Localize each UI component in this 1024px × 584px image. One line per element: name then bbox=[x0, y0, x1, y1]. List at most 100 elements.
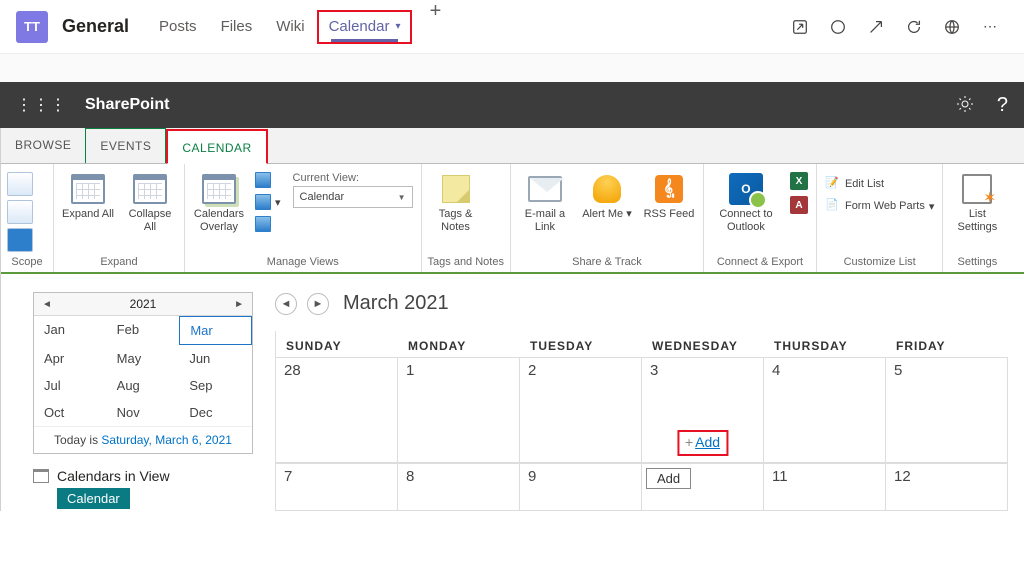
cal-next-button[interactable]: ► bbox=[307, 293, 329, 315]
ribbon-tab-browse[interactable]: BROWSE bbox=[1, 128, 85, 163]
day-header: THURSDAY bbox=[764, 331, 886, 357]
mini-cal-month[interactable]: Sep bbox=[179, 372, 252, 399]
ribbon-group-expand: Expand All Collapse All Expand bbox=[54, 164, 185, 272]
bell-icon bbox=[593, 175, 621, 203]
calendar-day-cell[interactable]: 12 bbox=[886, 463, 1008, 511]
calendars-overlay-button[interactable]: Calendars Overlay bbox=[191, 168, 247, 234]
tags-notes-button[interactable]: Tags & Notes bbox=[428, 168, 484, 234]
outlook-icon: O bbox=[729, 173, 763, 205]
cal-prev-button[interactable]: ◄ bbox=[275, 293, 297, 315]
scope-month-button[interactable] bbox=[7, 228, 33, 252]
calendar-nav-header: ◄ ► March 2021 bbox=[275, 292, 1024, 315]
mini-cal-month[interactable]: May bbox=[107, 345, 180, 372]
form-icon: 📄 bbox=[825, 198, 841, 214]
waffle-icon[interactable]: ⋮⋮⋮ bbox=[16, 95, 67, 115]
chat-icon[interactable] bbox=[828, 17, 848, 37]
edit-list-button[interactable]: 📝Edit List bbox=[823, 174, 936, 194]
calendar-day-cell[interactable]: 8 bbox=[398, 463, 520, 511]
ribbon-group-connect: O Connect to Outlook X A Connect & Expor… bbox=[704, 164, 817, 272]
edit-icon: 📝 bbox=[825, 176, 841, 192]
calendar-day-cell[interactable]: 9 bbox=[520, 463, 642, 511]
mini-cal-month[interactable]: Nov bbox=[107, 399, 180, 426]
mini-cal-month[interactable]: Jun bbox=[179, 345, 252, 372]
calendar-in-view-item[interactable]: Calendar bbox=[57, 488, 130, 509]
ribbon-group-label: Manage Views bbox=[191, 254, 415, 270]
mini-cal-month[interactable]: Dec bbox=[179, 399, 252, 426]
mini-cal-month[interactable]: Apr bbox=[34, 345, 107, 372]
tab-calendar[interactable]: Calendar ▾ bbox=[317, 10, 413, 44]
tab-files[interactable]: Files bbox=[209, 0, 265, 54]
tab-posts[interactable]: Posts bbox=[147, 0, 209, 54]
help-icon[interactable]: ? bbox=[997, 94, 1008, 117]
create-view-button[interactable] bbox=[253, 170, 283, 190]
open-access-button[interactable]: A bbox=[788, 194, 810, 216]
today-link[interactable]: Saturday, March 6, 2021 bbox=[101, 433, 232, 447]
form-web-parts-button[interactable]: 📄Form Web Parts ▾ bbox=[823, 196, 936, 216]
alert-me-button[interactable]: Alert Me ▾ bbox=[579, 168, 635, 221]
team-avatar[interactable]: TT bbox=[16, 11, 48, 43]
add-plain-button[interactable]: Add bbox=[646, 468, 691, 489]
mini-cal-prev[interactable]: ◄ bbox=[42, 299, 52, 310]
calendars-in-view-header[interactable]: Calendars in View bbox=[33, 468, 253, 484]
mail-icon bbox=[528, 176, 562, 202]
mini-cal-month[interactable]: Mar bbox=[179, 316, 252, 345]
calendar-day-cell[interactable]: Add bbox=[642, 463, 764, 511]
view-icon bbox=[255, 172, 271, 188]
export-excel-button[interactable]: X bbox=[788, 170, 810, 192]
refresh-icon[interactable] bbox=[904, 17, 924, 37]
rss-icon: 𝄠 bbox=[655, 175, 683, 203]
calendar-day-cell[interactable]: 1 bbox=[398, 357, 520, 463]
ribbon-group-manage-views: Calendars Overlay ▾ Current View: Calend… bbox=[185, 164, 422, 272]
create-column-button[interactable] bbox=[253, 214, 283, 234]
scope-week-button[interactable] bbox=[7, 200, 33, 224]
dropdown-icon: ▼ bbox=[398, 193, 406, 202]
app-icon[interactable] bbox=[790, 17, 810, 37]
tab-wiki[interactable]: Wiki bbox=[264, 0, 316, 54]
calendar-day-cell[interactable]: 2 bbox=[520, 357, 642, 463]
calendar-day-cell[interactable]: 7 bbox=[276, 463, 398, 511]
modify-view-button[interactable]: ▾ bbox=[253, 192, 283, 212]
access-icon: A bbox=[790, 196, 808, 214]
list-settings-button[interactable]: List Settings bbox=[949, 168, 1005, 234]
current-view-select[interactable]: Calendar ▼ bbox=[293, 186, 413, 208]
mini-cal-month[interactable]: Feb bbox=[107, 316, 180, 345]
collapse-all-button[interactable]: Collapse All bbox=[122, 168, 178, 234]
expand-all-button[interactable]: Expand All bbox=[60, 168, 116, 221]
calendars-overlay-icon bbox=[202, 174, 236, 204]
ribbon-group-settings: List Settings Settings bbox=[943, 164, 1011, 272]
settings-gear-icon[interactable] bbox=[955, 94, 975, 117]
calendar-day-cell[interactable]: 11 bbox=[764, 463, 886, 511]
connect-outlook-button[interactable]: O Connect to Outlook bbox=[710, 168, 782, 234]
mini-cal-next[interactable]: ► bbox=[234, 299, 244, 310]
more-icon[interactable]: ⋯ bbox=[980, 17, 1000, 37]
calendar-day-cell[interactable]: 3+Add bbox=[642, 357, 764, 463]
rss-feed-button[interactable]: 𝄠 RSS Feed bbox=[641, 168, 697, 221]
calendar-day-cell[interactable]: 28 bbox=[276, 357, 398, 463]
calendar-day-cell[interactable]: 4 bbox=[764, 357, 886, 463]
add-tab-button[interactable]: + bbox=[420, 0, 450, 54]
day-header: MONDAY bbox=[398, 331, 520, 357]
ribbon-tab-events[interactable]: EVENTS bbox=[85, 128, 166, 163]
mini-cal-year[interactable]: 2021 bbox=[130, 297, 157, 311]
expand-icon[interactable] bbox=[866, 17, 886, 37]
mini-cal-month[interactable]: Jan bbox=[34, 316, 107, 345]
mini-cal-month[interactable]: Jul bbox=[34, 372, 107, 399]
ribbon-tabs: BROWSE EVENTS CALENDAR bbox=[1, 128, 1024, 164]
add-event-button[interactable]: +Add bbox=[677, 430, 728, 456]
ribbon-group-label: Connect & Export bbox=[710, 254, 810, 270]
email-link-button[interactable]: E-mail a Link bbox=[517, 168, 573, 234]
teams-channel-header: TT General Posts Files Wiki Calendar ▾ +… bbox=[0, 0, 1024, 54]
calendar-month-title: March 2021 bbox=[343, 292, 449, 315]
sharepoint-suite-bar: ⋮⋮⋮ SharePoint ? bbox=[0, 82, 1024, 128]
current-view-value: Calendar bbox=[300, 191, 345, 203]
globe-icon[interactable] bbox=[942, 17, 962, 37]
mini-calendar: ◄ 2021 ► JanFebMar AprMayJun JulAugSep OctN… bbox=[33, 292, 253, 454]
scope-day-button[interactable] bbox=[7, 172, 33, 196]
note-icon bbox=[442, 175, 470, 203]
mini-cal-month[interactable]: Oct bbox=[34, 399, 107, 426]
header-actions: ⋯ bbox=[790, 17, 1008, 37]
mini-cal-month[interactable]: Aug bbox=[107, 372, 180, 399]
ribbon-tab-calendar[interactable]: CALENDAR bbox=[166, 129, 267, 164]
view-icon bbox=[255, 194, 271, 210]
calendar-day-cell[interactable]: 5 bbox=[886, 357, 1008, 463]
